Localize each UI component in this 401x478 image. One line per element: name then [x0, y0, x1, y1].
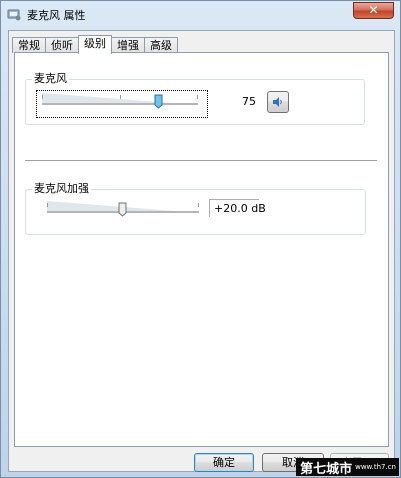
microphone-level-value: 75 — [242, 95, 256, 108]
watermark: 第七城市 www.th7.cn — [296, 458, 399, 477]
window-title: 麦克风 属性 — [27, 9, 86, 22]
microphone-boost-slider[interactable] — [47, 200, 199, 224]
speaker-icon — [273, 97, 282, 107]
tab-enhancements[interactable]: 增强 — [111, 37, 145, 53]
slider-track — [42, 103, 198, 105]
slider-tick — [42, 95, 43, 99]
close-button[interactable]: ✕ — [353, 2, 394, 19]
title-bar[interactable]: 麦克风 属性 ✕ — [1, 1, 400, 29]
slider-tick — [197, 95, 198, 99]
slider-tick — [47, 203, 48, 207]
microphone-group-label: 麦克风 — [32, 72, 69, 85]
close-icon: ✕ — [368, 3, 379, 17]
boost-value-field: +20.0 dB — [209, 199, 266, 217]
ok-button[interactable]: 确定 — [194, 453, 254, 472]
tab-listen[interactable]: 侦听 — [45, 37, 79, 53]
watermark-url: www.th7.cn — [355, 463, 396, 471]
microphone-properties-icon — [7, 9, 21, 21]
dialog-client-area: 常规 侦听 级别 增强 高级 麦克风 75 麦克风加强 +20.0 dB 确定 … — [8, 30, 395, 472]
dialog-window: 麦克风 属性 ✕ 常规 侦听 级别 增强 高级 麦克风 75 麦克风加强 +20… — [0, 0, 401, 478]
levels-panel: 麦克风 75 麦克风加强 +20.0 dB — [14, 52, 389, 447]
watermark-text: 第七城市 — [300, 461, 353, 477]
slider-tick — [198, 203, 199, 207]
microphone-boost-group-label: 麦克风加强 — [32, 182, 91, 195]
slider-thumb[interactable] — [154, 94, 163, 109]
tab-advanced[interactable]: 高级 — [144, 37, 178, 53]
slider-thumb[interactable] — [118, 202, 127, 217]
microphone-level-slider[interactable] — [42, 92, 198, 116]
slider-tick — [120, 95, 121, 99]
tab-general[interactable]: 常规 — [12, 37, 46, 53]
tab-strip: 常规 侦听 级别 增强 高级 — [12, 33, 178, 54]
section-separator — [25, 160, 377, 162]
tab-levels[interactable]: 级别 — [78, 35, 112, 54]
mute-button[interactable] — [267, 91, 289, 113]
